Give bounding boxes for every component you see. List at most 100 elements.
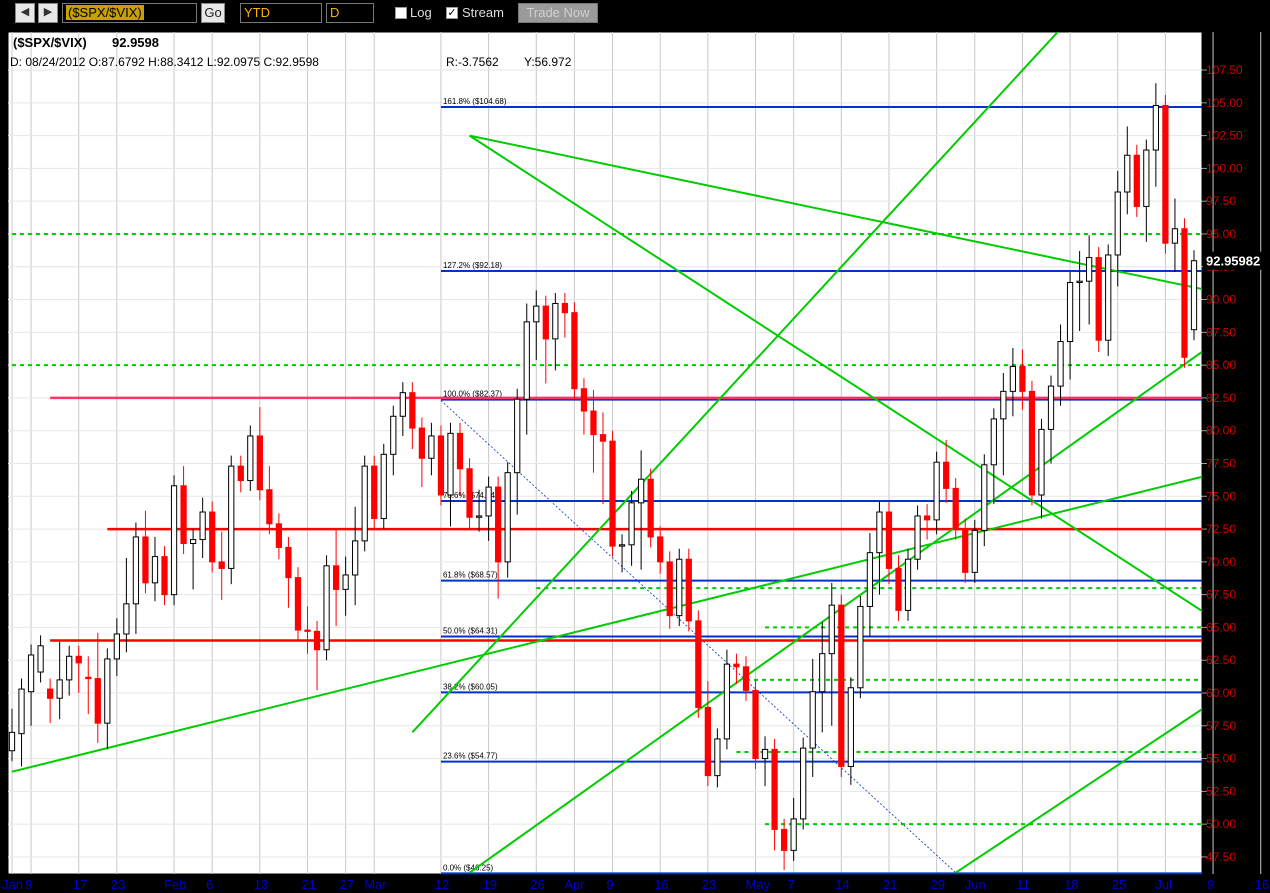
candle-body <box>1057 341 1064 387</box>
back-button[interactable]: ◀ <box>15 3 35 23</box>
candle-body <box>228 465 235 569</box>
y-tick-label: 77.50 <box>1206 456 1236 470</box>
candle-body <box>161 556 168 596</box>
log-checkbox[interactable] <box>395 7 407 19</box>
candle-body <box>180 485 187 544</box>
candle-body <box>1114 191 1121 256</box>
candle-body <box>371 465 378 520</box>
y-tick-label: 102.50 <box>1206 129 1243 143</box>
candle-body <box>390 415 397 455</box>
y-tick-label: 47.50 <box>1206 850 1236 864</box>
candle-body <box>638 478 645 504</box>
candle-body <box>294 577 302 631</box>
x-tick-label: 11 <box>1016 877 1030 892</box>
x-tick-label: Jan <box>2 877 23 892</box>
candle-body <box>771 748 778 830</box>
x-tick-label: 29 <box>931 877 945 892</box>
candle-body <box>733 663 740 668</box>
candle-body <box>132 536 140 605</box>
candle-body <box>18 688 25 735</box>
candle-body <box>1143 149 1150 207</box>
fib-level-label: 61.8% ($68.57) <box>443 571 498 580</box>
x-tick-label: 27 <box>340 877 354 892</box>
candle-body <box>704 706 711 777</box>
candle-body <box>1124 154 1131 193</box>
range-select[interactable]: YTD <box>240 3 322 23</box>
candle-body <box>266 489 273 525</box>
candle-body <box>857 605 864 689</box>
candle-body <box>247 435 254 482</box>
y-tick-label: 50.00 <box>1206 817 1236 831</box>
candle-body <box>714 738 721 777</box>
candle-body <box>447 432 454 496</box>
y-tick-label: 57.50 <box>1206 719 1236 733</box>
x-tick-label: 18 <box>1064 877 1078 892</box>
y-tick-label: 82.50 <box>1206 391 1236 405</box>
x-tick-label: 21 <box>302 877 316 892</box>
candle-body <box>1105 254 1112 341</box>
stream-checkbox[interactable]: ✓ <box>446 7 458 19</box>
candle-body <box>1190 260 1198 331</box>
candle-body <box>1086 257 1093 282</box>
candle-body <box>1009 365 1017 392</box>
candle-body <box>218 561 225 569</box>
candle-body <box>1133 154 1140 207</box>
y-readout: Y:56.972 <box>524 55 572 69</box>
candle-body <box>437 435 445 496</box>
forward-button[interactable]: ▶ <box>38 3 58 23</box>
y-tick-label: 95.00 <box>1206 227 1236 241</box>
candle-body <box>189 539 197 544</box>
trade-now-button[interactable]: Trade Now <box>518 3 598 23</box>
candle-body <box>609 440 616 547</box>
log-label: Log <box>410 5 432 20</box>
candle-body <box>943 461 950 489</box>
candle-body <box>1019 365 1026 392</box>
candle-body <box>800 747 807 820</box>
period-select[interactable]: D <box>326 3 374 23</box>
candle-body <box>571 312 578 390</box>
candle-body <box>628 502 635 546</box>
candle-body <box>590 410 597 436</box>
y-tick-label: 97.50 <box>1206 194 1236 208</box>
candle-body <box>1047 385 1055 430</box>
x-tick-label: Feb <box>164 877 186 892</box>
x-tick-label: 14 <box>835 877 849 892</box>
x-tick-label: 6 <box>206 877 213 892</box>
candle-body <box>666 561 673 617</box>
go-button[interactable]: Go <box>201 3 225 23</box>
candle-body <box>170 485 178 596</box>
candle-body <box>895 567 902 611</box>
candle-body <box>695 620 702 708</box>
candle-body <box>142 536 149 584</box>
candle-body <box>723 663 731 740</box>
candle-body <box>151 556 159 584</box>
candle-body <box>1095 257 1102 341</box>
candle-body <box>1038 428 1045 496</box>
candle-body <box>523 321 530 400</box>
fib-level-label: 161.8% ($104.68) <box>443 97 507 106</box>
toolbar: ◀ ▶ ($SPX/$VIX) Go YTD D Log ✓ Stream Tr… <box>0 0 1270 27</box>
candle-body <box>952 487 959 530</box>
y-tick-label: 80.00 <box>1206 424 1236 438</box>
candle-body <box>647 478 654 538</box>
candle-body <box>361 465 368 542</box>
candle-body <box>618 544 626 547</box>
y-tick-label: 105.00 <box>1206 96 1243 110</box>
candle-body <box>1171 228 1179 244</box>
symbol-input[interactable]: ($SPX/$VIX) <box>62 3 197 23</box>
range-readout: R:-3.7562 <box>446 55 499 69</box>
candle-body <box>838 604 845 767</box>
candle-body <box>256 435 263 491</box>
candle-body <box>418 427 426 459</box>
candle-body <box>47 688 54 699</box>
x-tick-label: 21 <box>883 877 897 892</box>
candle-body <box>514 398 521 474</box>
candle-body <box>962 528 969 573</box>
candle-body <box>199 511 206 541</box>
candle-body <box>104 658 111 724</box>
y-tick-label: 100.00 <box>1206 161 1243 175</box>
candle-body <box>37 645 44 673</box>
x-tick-label: 23 <box>702 877 716 892</box>
candle-body <box>923 515 931 521</box>
candle-body <box>399 392 406 417</box>
